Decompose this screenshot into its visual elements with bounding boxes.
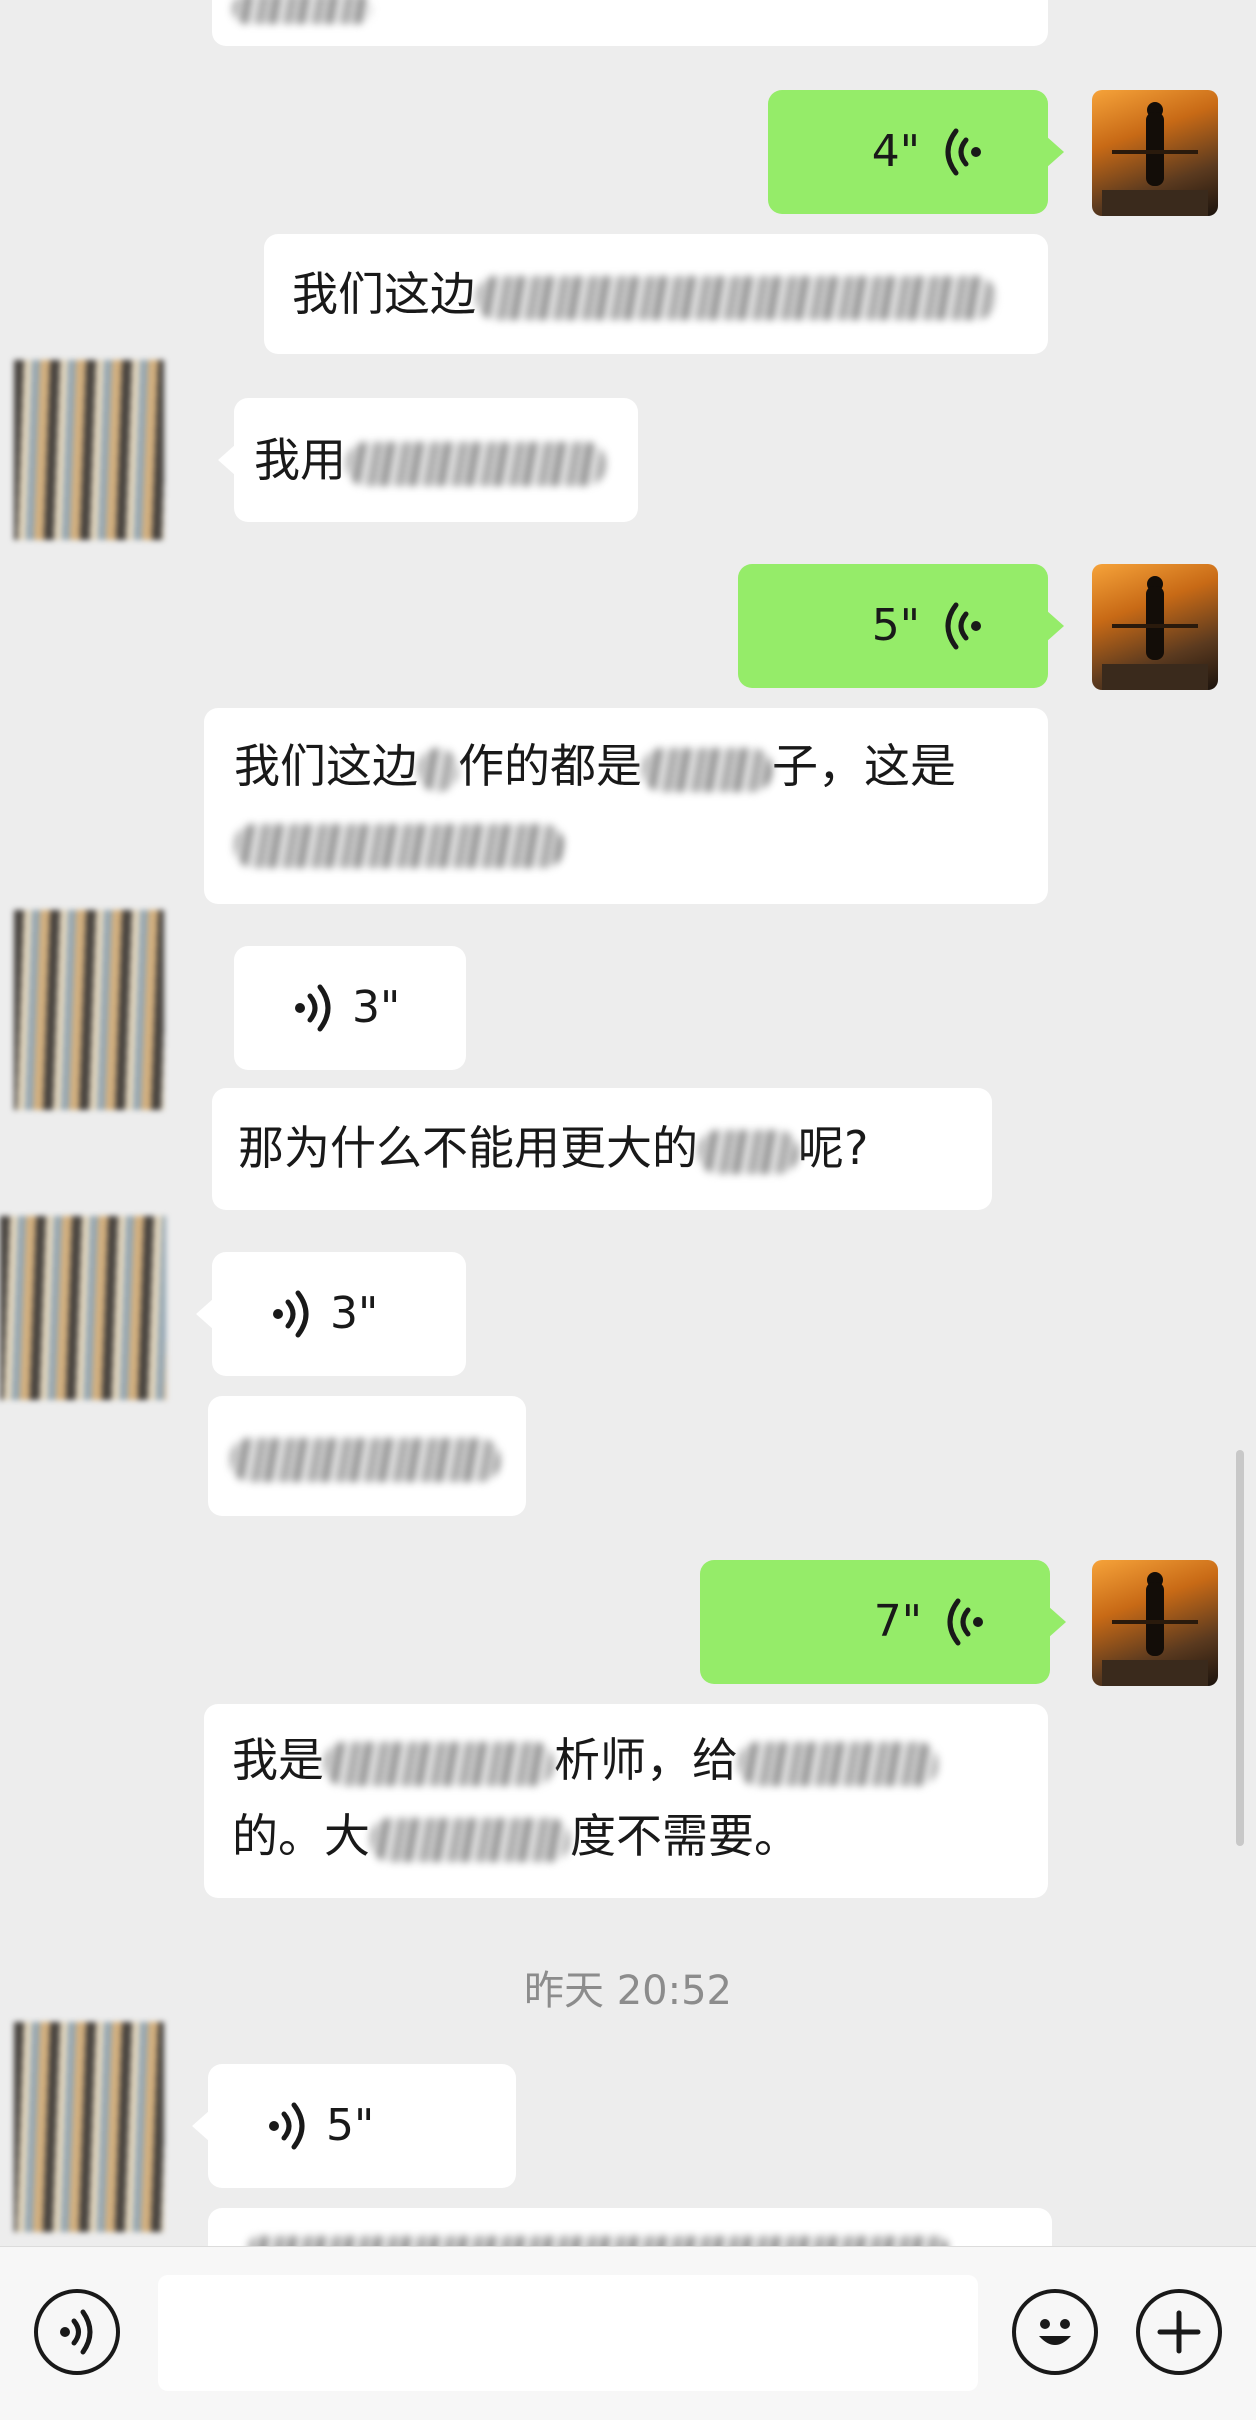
message-text: 度不需要。 xyxy=(570,1809,800,1863)
voice-wave-icon xyxy=(273,1290,309,1338)
incoming-voice-message[interactable]: 3" xyxy=(234,946,466,1070)
message-text: 那为什么不能用更大的 xyxy=(238,1121,698,1175)
message-text: 的。大 xyxy=(232,1809,370,1863)
voice-wave-icon xyxy=(945,602,981,650)
incoming-voice-message[interactable]: 3" xyxy=(196,1252,466,1376)
contact-avatar[interactable] xyxy=(14,2022,164,2232)
outgoing-voice-message[interactable]: 4" xyxy=(768,90,1064,214)
chat-timestamp: 昨天 20:52 xyxy=(524,1968,732,2014)
self-avatar[interactable] xyxy=(1092,90,1218,216)
incoming-text-message[interactable] xyxy=(208,1396,526,1516)
message-text: 我们这边 xyxy=(292,267,476,321)
message-text: 子，这是 xyxy=(772,739,956,793)
outgoing-voice-message[interactable]: 7" xyxy=(700,1560,1066,1684)
voice-wave-icon xyxy=(945,128,981,176)
incoming-text-message[interactable]: 我们这边 xyxy=(264,234,1048,354)
chat-input-bar xyxy=(0,2246,1256,2420)
voice-duration: 3" xyxy=(352,982,401,1033)
voice-duration: 5" xyxy=(871,600,920,651)
incoming-text-message[interactable]: 我是 析师，给 的。大 度不需要。 xyxy=(204,1704,1048,1898)
message-text: 析师，给 xyxy=(554,1733,738,1787)
message-text: 作的都是 xyxy=(458,739,642,793)
emoji-icon[interactable] xyxy=(1012,2289,1098,2375)
message-text: 呢? xyxy=(798,1121,869,1175)
outgoing-voice-message[interactable]: 5" xyxy=(738,564,1064,688)
contact-avatar[interactable] xyxy=(14,360,164,540)
voice-mode-icon[interactable] xyxy=(34,2289,120,2375)
chat-scrollbar[interactable] xyxy=(1236,1450,1244,1846)
incoming-text-message[interactable]: 我们这边 作的都是 子，这是 xyxy=(204,708,1048,904)
plus-icon[interactable] xyxy=(1136,2289,1222,2375)
self-avatar[interactable] xyxy=(1092,1560,1218,1686)
voice-duration: 5" xyxy=(326,2100,375,2151)
voice-wave-icon xyxy=(947,1598,983,1646)
voice-duration: 3" xyxy=(330,1288,379,1339)
message-text: 我们这边 xyxy=(234,739,418,793)
message-text: 我是 xyxy=(232,1733,324,1787)
incoming-voice-message[interactable]: 5" xyxy=(192,2064,516,2188)
incoming-text-message[interactable]: 我用 xyxy=(218,398,638,522)
message-bubble-clipped[interactable] xyxy=(212,0,1048,46)
message-input[interactable] xyxy=(158,2275,978,2391)
voice-wave-icon xyxy=(269,2102,305,2150)
incoming-text-message[interactable]: 那为什么不能用更大的 呢? xyxy=(212,1088,992,1210)
message-text: 我用 xyxy=(254,433,346,487)
voice-duration: 4" xyxy=(871,126,920,177)
self-avatar[interactable] xyxy=(1092,564,1218,690)
contact-avatar[interactable] xyxy=(14,910,164,1110)
voice-duration: 7" xyxy=(873,1596,922,1647)
voice-wave-icon xyxy=(295,984,331,1032)
contact-avatar[interactable] xyxy=(0,1216,166,1400)
